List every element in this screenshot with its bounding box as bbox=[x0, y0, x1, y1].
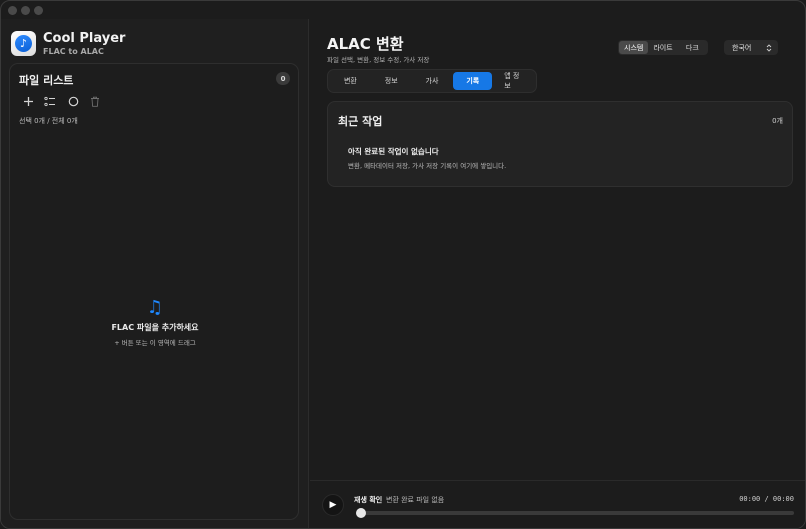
progress-knob[interactable] bbox=[356, 508, 366, 518]
checklist-icon bbox=[44, 96, 55, 106]
player-status: 변환 완료 파일 없음 bbox=[386, 496, 445, 504]
main-content: ALAC 변환 파일 선택, 변환, 정보 수정, 가사 저장 시스템 라이트 … bbox=[310, 19, 805, 528]
app-window: ♪ Cool Player FLAC to ALAC 파일 리스트 0 선택 0… bbox=[0, 0, 806, 529]
recent-tasks-card: 최근 작업 0개 아직 완료된 작업이 없습니다 변환, 메타데이터 저장, 가… bbox=[327, 101, 793, 187]
page-subtitle: 파일 선택, 변환, 정보 수정, 가사 저장 bbox=[327, 56, 430, 64]
app-subtitle: FLAC to ALAC bbox=[43, 47, 104, 56]
file-list-title: 파일 리스트 bbox=[19, 74, 74, 87]
music-note-icon: ♫ bbox=[146, 297, 164, 318]
delete-button[interactable] bbox=[88, 94, 102, 108]
app-logo: ♪ bbox=[11, 31, 36, 56]
tab-convert[interactable]: 변환 bbox=[331, 72, 370, 90]
music-note-icon: ♪ bbox=[15, 35, 32, 52]
theme-dark-button[interactable]: 다크 bbox=[678, 41, 707, 54]
add-file-button[interactable] bbox=[21, 94, 35, 108]
progress-slider[interactable] bbox=[356, 508, 794, 518]
tab-lyrics[interactable]: 가사 bbox=[413, 72, 452, 90]
select-all-button[interactable] bbox=[66, 94, 80, 108]
tab-app-info[interactable]: 앱 정보 bbox=[494, 72, 533, 90]
selection-count: 선택 0개 / 전체 0개 bbox=[19, 117, 78, 125]
player-label: 재생 확인 bbox=[354, 496, 383, 504]
minimize-window-button[interactable] bbox=[21, 6, 30, 15]
empty-state-title: FLAC 파일을 추가하세요 bbox=[111, 323, 199, 332]
file-list-panel[interactable]: 파일 리스트 0 선택 0개 / 전체 0개 ♫ FLAC 파일을 추가하세요 … bbox=[9, 63, 299, 520]
recent-tasks-title: 최근 작업 bbox=[338, 115, 383, 128]
recent-empty-subtitle: 변환, 메타데이터 저장, 가사 저장 기록이 여기에 쌓입니다. bbox=[348, 162, 507, 170]
play-button[interactable]: ▶ bbox=[322, 494, 344, 516]
tab-info[interactable]: 정보 bbox=[372, 72, 411, 90]
recent-empty-title: 아직 완료된 작업이 없습니다 bbox=[348, 147, 439, 156]
tab-history[interactable]: 기록 bbox=[453, 72, 493, 90]
plus-icon bbox=[23, 96, 33, 106]
circle-icon bbox=[68, 96, 78, 106]
page-title: ALAC 변환 bbox=[327, 35, 404, 53]
theme-selector: 시스템 라이트 다크 bbox=[618, 40, 708, 55]
tab-bar: 변환 정보 가사 기록 앱 정보 bbox=[327, 69, 537, 93]
chevron-updown-icon bbox=[766, 43, 772, 52]
theme-light-button[interactable]: 라이트 bbox=[648, 41, 677, 54]
select-mode-button[interactable] bbox=[43, 94, 57, 108]
title-bar bbox=[1, 1, 805, 19]
player-bar: ▶ 재생 확인 변환 완료 파일 없음 00:00 / 00:00 bbox=[310, 480, 805, 528]
app-title: Cool Player bbox=[43, 31, 126, 46]
empty-state-hint: + 버튼 또는 이 영역에 드래그 bbox=[114, 339, 196, 347]
recent-tasks-count: 0개 bbox=[772, 117, 783, 125]
file-count-badge: 0 bbox=[276, 72, 290, 85]
language-value: 한국어 bbox=[732, 43, 752, 52]
trash-icon bbox=[91, 96, 99, 107]
zoom-window-button[interactable] bbox=[34, 6, 43, 15]
play-icon: ▶ bbox=[329, 500, 337, 510]
theme-system-button[interactable]: 시스템 bbox=[619, 41, 649, 54]
language-select[interactable]: 한국어 bbox=[724, 40, 778, 55]
close-window-button[interactable] bbox=[8, 6, 17, 15]
sidebar: ♪ Cool Player FLAC to ALAC 파일 리스트 0 선택 0… bbox=[1, 19, 309, 528]
player-time: 00:00 / 00:00 bbox=[739, 495, 794, 503]
